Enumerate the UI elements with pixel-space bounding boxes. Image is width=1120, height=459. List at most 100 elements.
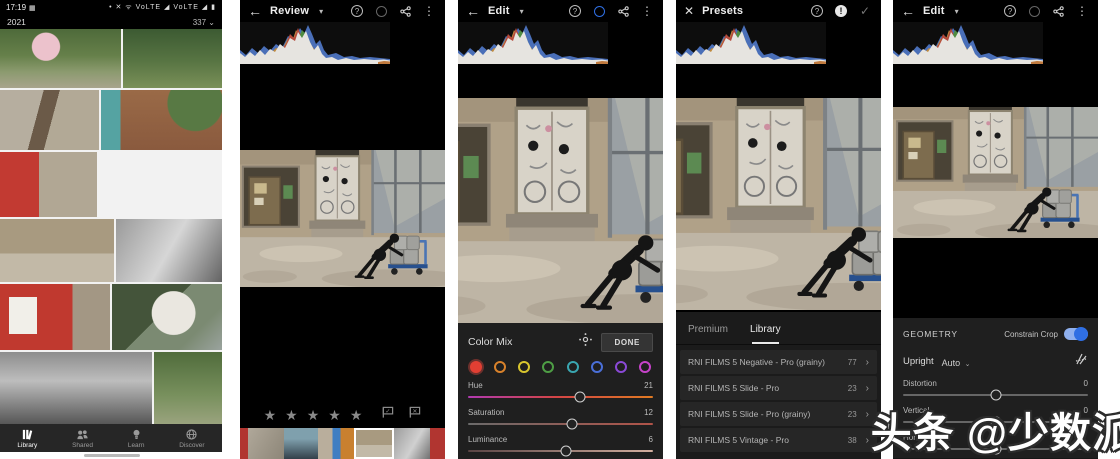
constrain-crop-toggle[interactable] — [1064, 327, 1088, 341]
color-channel-dot-6[interactable] — [614, 361, 627, 373]
color-dots — [458, 357, 663, 379]
main-photo[interactable] — [676, 98, 881, 310]
color-channel-dot-4[interactable] — [566, 361, 579, 373]
more-menu-icon[interactable]: ⋮ — [421, 3, 437, 19]
slider-handle[interactable] — [574, 391, 586, 403]
photo-thumbnail-stone-wall-reader[interactable] — [0, 89, 99, 151]
slider-track[interactable] — [468, 418, 653, 430]
rating-star-4[interactable]: ★ — [328, 407, 341, 424]
presets-sheet: Premium Library RNI FILMS 5 Negative - Pr… — [676, 312, 881, 459]
sync-active-icon[interactable] — [591, 3, 607, 19]
color-channel-dot-3[interactable] — [542, 361, 555, 373]
rating-star-3[interactable]: ★ — [307, 407, 320, 424]
nav-item-shared[interactable]: Shared — [72, 428, 93, 449]
photo-thumbnail-white-shirt-person[interactable] — [112, 284, 222, 350]
info-icon[interactable]: ! — [833, 3, 849, 19]
album-count-dropdown[interactable]: 337 ⌄ — [193, 18, 215, 27]
histogram — [240, 22, 390, 64]
sync-status-icon[interactable] — [1026, 3, 1042, 19]
more-menu-icon[interactable]: ⋮ — [1074, 3, 1090, 19]
filmstrip-thumb-street-shops[interactable] — [318, 428, 354, 459]
color-channel-dot-1[interactable] — [494, 361, 507, 373]
photo-thumbnail-bw-street[interactable] — [116, 218, 222, 283]
home-indicator — [84, 454, 140, 457]
filmstrip-thumb-keg-cart[interactable] — [354, 428, 394, 459]
presets-tab-premium[interactable]: Premium — [688, 324, 728, 344]
colormix-slider-hue: Hue 21 — [458, 379, 663, 403]
color-channel-dot-5[interactable] — [590, 361, 603, 373]
more-menu-icon[interactable]: ⋮ — [639, 3, 655, 19]
geometry-title: GEOMETRY — [903, 329, 958, 339]
color-channel-dot-7[interactable] — [638, 361, 651, 373]
slider-track[interactable] — [903, 389, 1088, 401]
preset-row[interactable]: RNI FILMS 5 Vintage - Pro 38 › — [680, 428, 877, 452]
filmstrip-thumb-red-wall[interactable] — [430, 428, 445, 459]
nav-item-discover[interactable]: Discover — [179, 428, 205, 449]
close-icon[interactable]: ✕ — [684, 4, 694, 18]
color-channel-dot-0[interactable] — [470, 361, 482, 373]
back-icon[interactable]: ← — [466, 3, 480, 19]
photo-thumbnail-bw-trees[interactable] — [0, 351, 152, 424]
view-mode-title[interactable]: Review — [270, 5, 309, 17]
album-bar[interactable]: 2021 337 ⌄ — [0, 15, 222, 29]
apply-check-icon[interactable]: ✓ — [857, 3, 873, 19]
main-photo[interactable] — [893, 107, 1098, 238]
main-photo[interactable] — [240, 150, 445, 287]
rating-bar: ★ ★ ★ ★ ★ ✓ ✕ — [240, 403, 445, 427]
rating-star-5[interactable]: ★ — [350, 407, 363, 424]
upright-dropdown[interactable]: Auto ⌄ — [942, 353, 971, 371]
sync-status-icon[interactable] — [373, 3, 389, 19]
color-channel-dot-2[interactable] — [518, 361, 531, 373]
view-mode-title[interactable]: Edit — [923, 5, 945, 17]
slider-value: 21 — [644, 381, 653, 390]
targeted-adjustment-icon[interactable] — [578, 332, 593, 352]
photo-thumbnail-red-wall-alley[interactable] — [0, 152, 97, 217]
preset-row[interactable]: RNI FILMS 5 Slide - Pro (grainy) 23 › — [680, 402, 877, 426]
photo-thumbnail-keg-cart-scene[interactable] — [0, 218, 115, 283]
rating-star-2[interactable]: ★ — [285, 407, 298, 424]
filmstrip-thumb-bw-street[interactable] — [394, 428, 430, 459]
nav-item-learn[interactable]: Learn — [128, 428, 144, 449]
photo-thumbnail-couple-walking[interactable] — [101, 89, 222, 151]
photo-thumbnail-red-letters-wall[interactable] — [0, 284, 110, 350]
upright-label: Upright — [903, 356, 934, 367]
slider-handle[interactable] — [560, 445, 572, 457]
pick-flag-icon[interactable]: ✓ — [381, 406, 394, 424]
reject-flag-icon[interactable]: ✕ — [408, 406, 421, 424]
presets-title: Presets — [702, 5, 744, 17]
help-icon[interactable]: ? — [809, 3, 825, 19]
main-photo[interactable] — [458, 98, 663, 323]
photo-thumbnail-street-shops[interactable] — [99, 152, 222, 217]
share-icon[interactable] — [615, 3, 631, 19]
nav-item-library[interactable]: Library — [17, 428, 37, 449]
back-icon[interactable]: ← — [248, 3, 262, 19]
back-icon[interactable]: ← — [901, 3, 915, 19]
preset-name: RNI FILMS 5 Negative - Pro (grainy) — [688, 357, 825, 367]
view-mode-title[interactable]: Edit — [488, 5, 510, 17]
histogram — [458, 22, 608, 64]
filmstrip-thumb-figure-dark[interactable] — [284, 428, 318, 459]
filmstrip-thumb-red-sliver[interactable] — [240, 428, 248, 459]
done-button[interactable]: DONE — [601, 332, 653, 352]
guided-upright-icon[interactable] — [1074, 352, 1088, 371]
preset-row[interactable]: RNI FILMS 5 Slide - Pro 23 › — [680, 376, 877, 400]
share-icon[interactable] — [397, 3, 413, 19]
help-icon[interactable]: ? — [567, 3, 583, 19]
slider-track[interactable] — [468, 391, 653, 403]
preset-row[interactable]: RNI FILMS 5 Negative - Pro (grainy) 77 › — [680, 350, 877, 374]
photo-thumbnail-green-street[interactable] — [153, 351, 222, 424]
photo-thumbnail-park-trees[interactable] — [123, 29, 222, 88]
filmstrip-thumb-stone-wall[interactable] — [248, 428, 284, 459]
help-icon[interactable]: ? — [349, 3, 365, 19]
presets-tab-library[interactable]: Library — [750, 324, 781, 344]
photo-thumbnail-umbrella-street[interactable] — [0, 29, 121, 88]
share-icon[interactable] — [1050, 3, 1066, 19]
rating-star-1[interactable]: ★ — [264, 407, 277, 424]
slider-track[interactable] — [468, 445, 653, 457]
panel-edit-color: ← Edit ▾ ? ⋮ Color Mix DONE Hue 21 Satur… — [458, 0, 663, 459]
help-icon[interactable]: ? — [1002, 3, 1018, 19]
constrain-crop-label: Constrain Crop — [1004, 329, 1058, 339]
slider-handle[interactable] — [566, 418, 578, 430]
histogram — [676, 22, 826, 64]
slider-label: Luminance — [468, 435, 508, 444]
